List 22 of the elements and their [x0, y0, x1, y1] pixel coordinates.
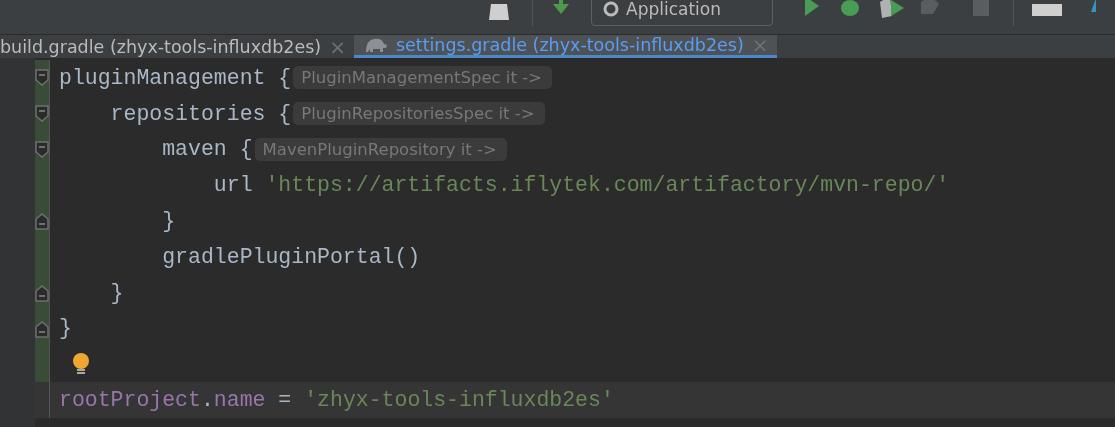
- code-text: url: [212, 173, 254, 198]
- string-literal: 'zhyx-tools-influxdb2es': [304, 388, 614, 413]
- code-text: maven {: [161, 137, 253, 162]
- close-icon[interactable]: ×: [329, 36, 346, 57]
- code-text: }: [59, 316, 72, 341]
- parameter-hint: PluginRepositoriesSpec it ->: [293, 102, 545, 126]
- code-text: gradlePluginPortal(): [161, 244, 421, 269]
- editor-tab[interactable]: settings.gradle (zhyx-tools-influxdb2es) ×: [353, 35, 777, 58]
- code-text: =: [277, 388, 293, 413]
- parameter-hint: PluginManagementSpec it ->: [293, 66, 552, 90]
- run-config-dropdown[interactable]: Application: [591, 0, 773, 26]
- editor-tab[interactable]: build.gradle (zhyx-tools-influxdb2es) ×: [0, 35, 354, 58]
- property-name: name: [213, 388, 266, 413]
- code-text: }: [161, 209, 176, 234]
- code-text: repositories {: [109, 101, 292, 126]
- close-icon[interactable]: ×: [751, 35, 769, 55]
- code-text: .: [200, 388, 214, 413]
- string-literal: 'https://artifacts.iflytek.com/artifactory/mvn-repo/': [265, 173, 950, 198]
- code-text: pluginManagement {: [59, 65, 292, 90]
- parameter-hint: MavenPluginRepository it ->: [254, 138, 507, 161]
- code-text: }: [109, 280, 124, 305]
- property-name: rootProject: [59, 388, 201, 413]
